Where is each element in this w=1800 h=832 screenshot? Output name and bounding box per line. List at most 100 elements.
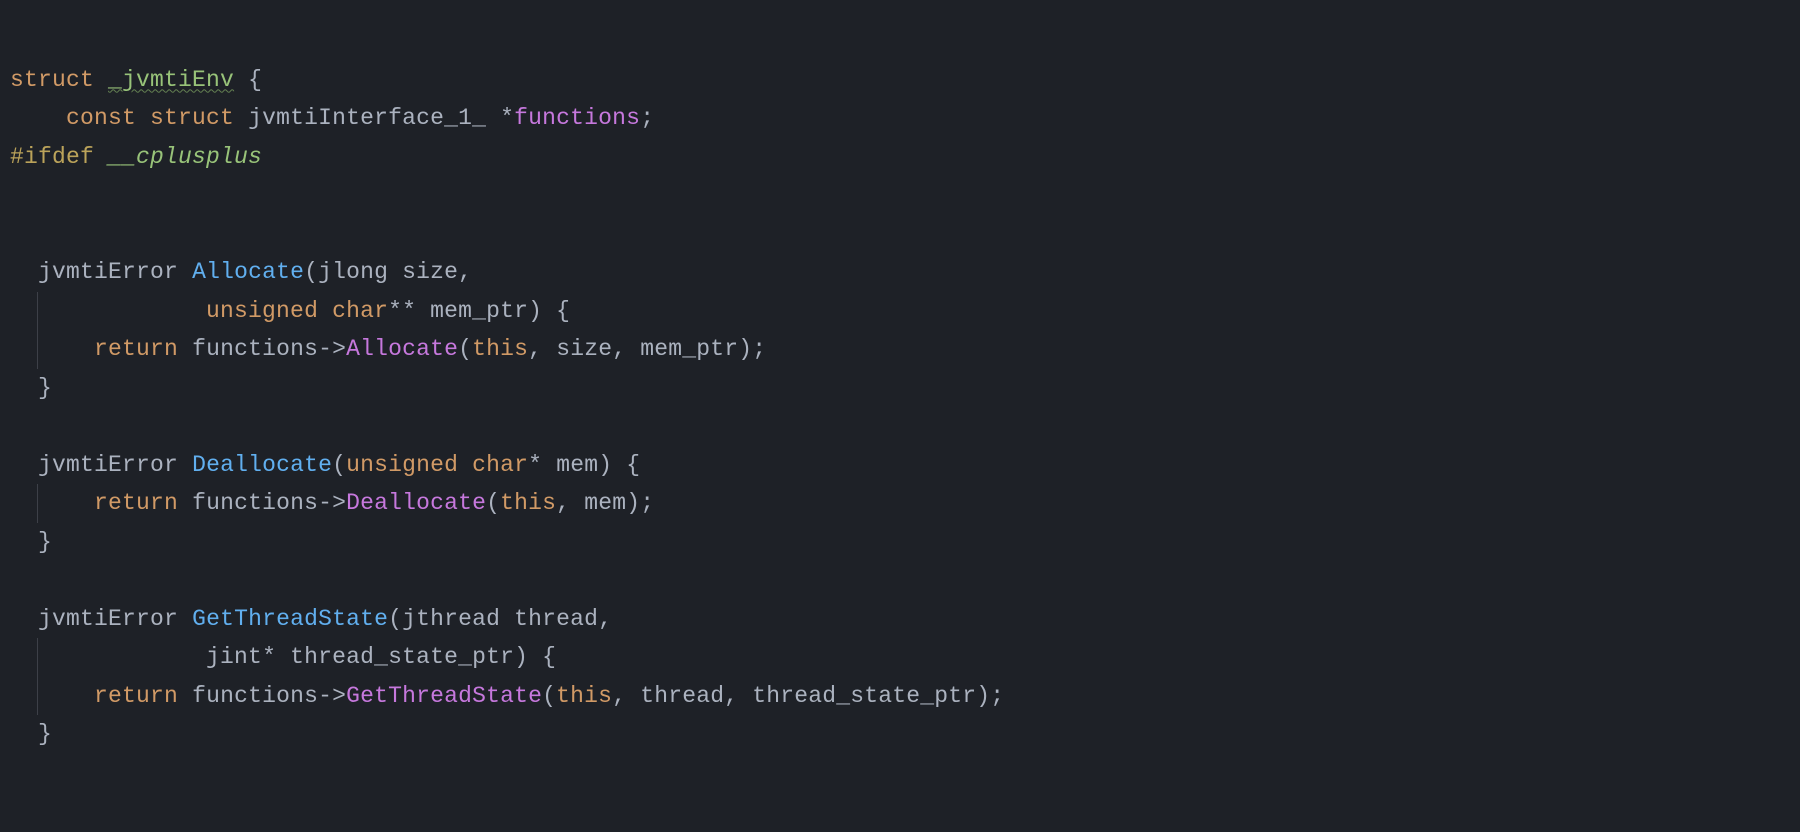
func-allocate-close: } [10, 375, 52, 401]
func-getthreadstate-sig-1: jvmtiError GetThreadState(jthread thread… [10, 606, 612, 632]
pointer-star: * [262, 644, 276, 670]
func-deallocate-body: return functions->Deallocate(this, mem); [10, 490, 654, 516]
keyword-unsigned: unsigned [346, 452, 458, 478]
keyword-char: char [332, 298, 388, 324]
func-name-deallocate: Deallocate [192, 452, 332, 478]
param-name: size [402, 259, 458, 285]
func-allocate-sig-2: unsigned char** mem_ptr) { [10, 298, 570, 324]
stmt-end: ); [626, 490, 654, 516]
keyword-return: return [94, 490, 178, 516]
semicolon: ; [640, 105, 654, 131]
comma: , [724, 683, 752, 709]
return-type: jvmtiError [38, 606, 178, 632]
keyword-struct: struct [150, 105, 234, 131]
param-name: thread [514, 606, 598, 632]
arg: mem [584, 490, 626, 516]
keyword-this: this [500, 490, 556, 516]
paren-brace: ) { [528, 298, 570, 324]
func-name-getthreadstate: GetThreadState [192, 606, 388, 632]
paren-open: ( [458, 336, 472, 362]
func-getthreadstate-body: return functions->GetThreadState(this, t… [10, 683, 1004, 709]
member-functions: functions [514, 105, 640, 131]
indent [10, 529, 38, 555]
func-name-allocate: Allocate [192, 259, 304, 285]
func-deallocate-close: } [10, 529, 52, 555]
paren-open: ( [486, 490, 500, 516]
param-type: jthread [402, 606, 500, 632]
brace-close: } [38, 529, 52, 555]
paren-brace: ) { [598, 452, 640, 478]
keyword-const: const [66, 105, 136, 131]
comma: , [612, 683, 640, 709]
indent [10, 375, 38, 401]
func-deallocate-sig: jvmtiError Deallocate(unsigned char* mem… [10, 452, 640, 478]
arg: size [556, 336, 612, 362]
paren-open: ( [542, 683, 556, 709]
return-type: jvmtiError [38, 452, 178, 478]
preproc-ifdef: #ifdef [10, 144, 94, 170]
return-type: jvmtiError [38, 259, 178, 285]
ident-functions: functions [192, 490, 318, 516]
code-line-3: #ifdef __cplusplus [10, 144, 262, 170]
macro-cplusplus: __cplusplus [108, 144, 262, 170]
indent [10, 105, 66, 131]
comma: , [458, 259, 472, 285]
comma: , [528, 336, 556, 362]
brace-close: } [38, 721, 52, 747]
func-getthreadstate-close: } [10, 721, 52, 747]
indent [10, 721, 38, 747]
code-line-1: struct _jvmtiEnv { [10, 67, 262, 93]
arg: thread [640, 683, 724, 709]
indent [38, 490, 94, 516]
ident-functions: functions [192, 336, 318, 362]
call-allocate: Allocate [346, 336, 458, 362]
func-allocate-sig-1: jvmtiError Allocate(jlong size, [10, 259, 472, 285]
keyword-return: return [94, 683, 178, 709]
arg: mem_ptr [640, 336, 738, 362]
func-allocate-body: return functions->Allocate(this, size, m… [10, 336, 766, 362]
comma: , [598, 606, 612, 632]
param-type: jlong [318, 259, 388, 285]
indent [10, 259, 38, 285]
keyword-this: this [472, 336, 528, 362]
param-type: jint [206, 644, 262, 670]
arrow-op: -> [318, 336, 346, 362]
code-line-2: const struct jvmtiInterface_1_ *function… [10, 105, 654, 131]
keyword-unsigned: unsigned [206, 298, 318, 324]
stmt-end: ); [976, 683, 1004, 709]
indent [10, 606, 38, 632]
paren-open: ( [388, 606, 402, 632]
keyword-this: this [556, 683, 612, 709]
brace-close: } [38, 375, 52, 401]
arrow-op: -> [318, 490, 346, 516]
keyword-char: char [472, 452, 528, 478]
arg: thread_state_ptr [752, 683, 976, 709]
param-name: mem_ptr [430, 298, 528, 324]
pointer-star: * [528, 452, 542, 478]
paren-open: ( [304, 259, 318, 285]
param-name: thread_state_ptr [290, 644, 514, 670]
ident-functions: functions [192, 683, 318, 709]
type-interface: jvmtiInterface_1_ [248, 105, 486, 131]
func-getthreadstate-sig-2: jint* thread_state_ptr) { [10, 644, 556, 670]
code-editor[interactable]: struct _jvmtiEnv { const struct jvmtiInt… [0, 0, 1800, 764]
brace-open: { [234, 67, 262, 93]
call-getthreadstate: GetThreadState [346, 683, 542, 709]
pointer-star: * [500, 105, 514, 131]
stmt-end: ); [738, 336, 766, 362]
type-jvmtienv: _jvmtiEnv [108, 67, 234, 93]
keyword-struct: struct [10, 67, 94, 93]
indent [38, 298, 206, 324]
arrow-op: -> [318, 683, 346, 709]
pointer-stars: ** [388, 298, 416, 324]
indent [38, 336, 94, 362]
call-deallocate: Deallocate [346, 490, 486, 516]
indent [38, 644, 206, 670]
param-name: mem [556, 452, 598, 478]
comma: , [612, 336, 640, 362]
comma: , [556, 490, 584, 516]
indent [10, 452, 38, 478]
indent [38, 683, 94, 709]
keyword-return: return [94, 336, 178, 362]
paren-open: ( [332, 452, 346, 478]
